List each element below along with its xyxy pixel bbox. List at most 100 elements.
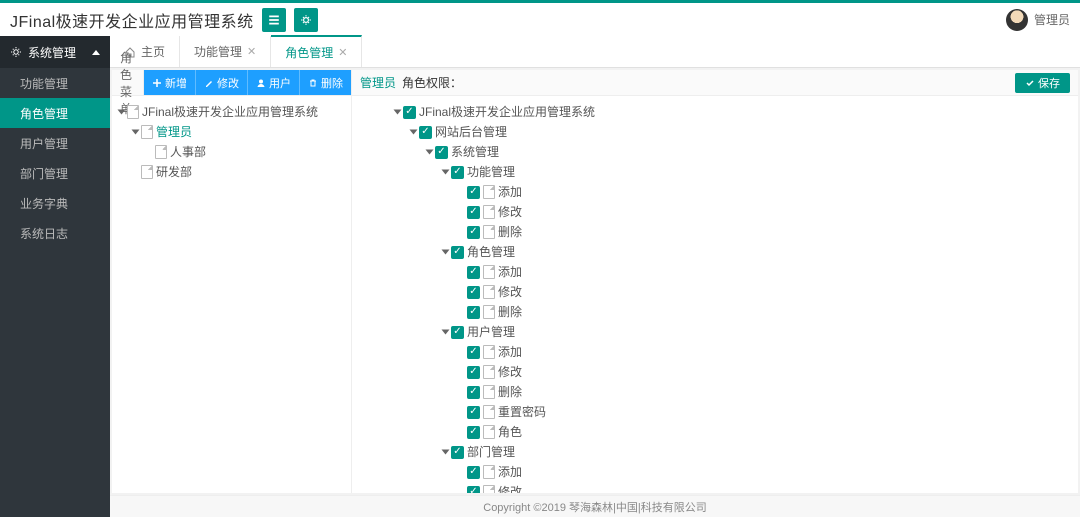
checkbox[interactable] (435, 146, 448, 159)
perm-node[interactable]: 重置密码 (392, 402, 1074, 422)
perm-node[interactable]: 修改 (392, 282, 1074, 302)
checkbox[interactable] (467, 286, 480, 299)
settings-button[interactable] (294, 8, 318, 32)
toggle-icon[interactable] (426, 150, 434, 155)
checkbox[interactable] (467, 386, 480, 399)
tree-node-label: 人事部 (170, 142, 206, 162)
file-icon (155, 145, 167, 159)
perm-node[interactable]: 修改 (392, 202, 1074, 222)
perm-node[interactable]: 删除 (392, 382, 1074, 402)
checkbox[interactable] (451, 446, 464, 459)
checkbox[interactable] (467, 366, 480, 379)
perm-node[interactable]: 修改 (392, 362, 1074, 382)
perm-node[interactable]: 删除 (392, 302, 1074, 322)
file-icon (483, 185, 495, 199)
sidebar-item-2[interactable]: 用户管理 (0, 128, 110, 158)
user-button[interactable]: 用户 (248, 70, 300, 95)
perm-node[interactable]: 用户管理 (392, 322, 1074, 342)
toggle-icon[interactable] (118, 110, 126, 115)
file-icon (483, 405, 495, 419)
perm-node-label: 修改 (498, 482, 522, 493)
checkbox[interactable] (451, 246, 464, 259)
perm-node-label: 删除 (498, 382, 522, 402)
role-menu-panel: 角色菜单 新增 修改 用户 删除 JFinal极速开发企业应用管理系统管理员人事… (112, 70, 352, 493)
perm-node[interactable]: 添加 (392, 182, 1074, 202)
checkbox[interactable] (467, 266, 480, 279)
toggle-icon[interactable] (442, 250, 450, 255)
perm-node-label: 角色管理 (467, 242, 515, 262)
checkbox[interactable] (467, 426, 480, 439)
file-icon (483, 465, 495, 479)
role-menu-title: 角色菜单 (112, 70, 144, 95)
perm-node-label: 网站后台管理 (435, 122, 507, 142)
file-icon (483, 205, 495, 219)
avatar-icon (1006, 9, 1028, 31)
checkbox[interactable] (467, 206, 480, 219)
add-button[interactable]: 新增 (144, 70, 196, 95)
sidebar: 系统管理 功能管理角色管理用户管理部门管理业务字典系统日志 (0, 36, 110, 517)
delete-button[interactable]: 删除 (300, 70, 351, 95)
save-button[interactable]: 保存 (1015, 73, 1070, 93)
toggle-icon[interactable] (442, 170, 450, 175)
toggle-icon[interactable] (410, 130, 418, 135)
tree-node-label: 研发部 (156, 162, 192, 182)
perm-node-label: 删除 (498, 302, 522, 322)
user-menu[interactable]: 管理员 (1006, 9, 1070, 31)
edit-button[interactable]: 修改 (196, 70, 248, 95)
tree-node[interactable]: 管理员 (116, 122, 347, 142)
sidebar-group-header[interactable]: 系统管理 (0, 36, 110, 68)
checkbox[interactable] (467, 226, 480, 239)
tree-node[interactable]: JFinal极速开发企业应用管理系统 (116, 102, 347, 122)
file-icon (127, 105, 139, 119)
perm-node-label: 添加 (498, 262, 522, 282)
tab-label: 角色管理 (285, 44, 333, 61)
checkbox[interactable] (467, 466, 480, 479)
checkbox[interactable] (467, 186, 480, 199)
perm-node[interactable]: 删除 (392, 222, 1074, 242)
sidebar-item-0[interactable]: 功能管理 (0, 68, 110, 98)
checkbox[interactable] (467, 406, 480, 419)
sidebar-item-5[interactable]: 系统日志 (0, 218, 110, 248)
perm-node-label: 添加 (498, 342, 522, 362)
toggle-icon[interactable] (442, 450, 450, 455)
perm-node[interactable]: JFinal极速开发企业应用管理系统 (392, 102, 1074, 122)
toggle-icon[interactable] (442, 330, 450, 335)
perm-node[interactable]: 修改 (392, 482, 1074, 493)
perm-node[interactable]: 角色 (392, 422, 1074, 442)
perm-node-label: 用户管理 (467, 322, 515, 342)
perm-node[interactable]: 功能管理 (392, 162, 1074, 182)
perm-node[interactable]: 添加 (392, 262, 1074, 282)
toggle-icon[interactable] (394, 110, 402, 115)
perm-node-label: 角色 (498, 422, 522, 442)
footer: Copyright ©2019 琴海森林|中国|科技有限公司 (110, 495, 1080, 517)
tab-1[interactable]: 角色管理 ✕ (271, 35, 362, 67)
perm-node[interactable]: 系统管理 (392, 142, 1074, 162)
close-icon[interactable]: ✕ (338, 46, 347, 59)
checkbox[interactable] (403, 106, 416, 119)
tree-node[interactable]: 研发部 (116, 162, 347, 182)
perm-node[interactable]: 添加 (392, 342, 1074, 362)
perm-node[interactable]: 角色管理 (392, 242, 1074, 262)
toggle-icon[interactable] (132, 130, 140, 135)
perm-node[interactable]: 部门管理 (392, 442, 1074, 462)
perm-node-label: 添加 (498, 462, 522, 482)
permission-panel: 管理员 角色权限： 保存 JFinal极速开发企业应用管理系统网站后台管理系统管… (352, 70, 1078, 493)
tabbar: 主页 功能管理✕角色管理✕ (110, 36, 1080, 68)
checkbox[interactable] (419, 126, 432, 139)
sidebar-item-4[interactable]: 业务字典 (0, 188, 110, 218)
perm-node[interactable]: 网站后台管理 (392, 122, 1074, 142)
close-icon[interactable]: ✕ (247, 45, 256, 58)
tree-node[interactable]: 人事部 (116, 142, 347, 162)
checkbox[interactable] (467, 346, 480, 359)
file-icon (483, 365, 495, 379)
perm-role-label: 管理员 (360, 74, 396, 91)
checkbox[interactable] (451, 166, 464, 179)
tab-0[interactable]: 功能管理✕ (180, 36, 271, 67)
perm-node[interactable]: 添加 (392, 462, 1074, 482)
checkbox[interactable] (467, 486, 480, 494)
menu-toggle-button[interactable] (262, 8, 286, 32)
sidebar-item-3[interactable]: 部门管理 (0, 158, 110, 188)
sidebar-item-1[interactable]: 角色管理 (0, 98, 110, 128)
checkbox[interactable] (451, 326, 464, 339)
checkbox[interactable] (467, 306, 480, 319)
